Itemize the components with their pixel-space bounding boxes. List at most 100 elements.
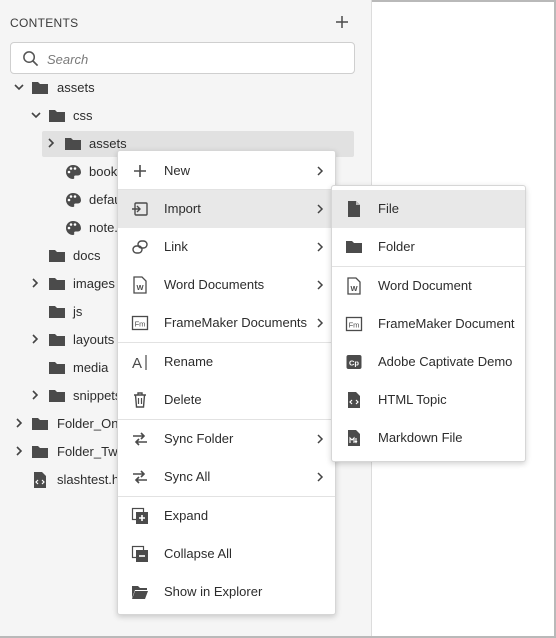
folder-icon <box>49 306 65 318</box>
chevron-right-icon[interactable] <box>13 445 25 457</box>
menu-item-delete[interactable]: Delete <box>118 381 335 419</box>
menu-item-label: Word Documents <box>164 277 265 292</box>
submenu-item-framemaker-document[interactable]: Fm FrameMaker Document <box>332 305 525 343</box>
link-icon <box>132 240 148 254</box>
menu-item-word-documents[interactable]: W Word Documents <box>118 266 335 304</box>
chevron-right-icon <box>317 434 324 444</box>
menu-item-rename[interactable]: A Rename <box>118 343 335 381</box>
submenu-item-file[interactable]: File <box>332 190 525 228</box>
submenu-item-label: File <box>378 201 399 216</box>
chevron-right-icon <box>317 242 324 252</box>
tree-item-label: images <box>73 276 115 291</box>
menu-item-label: Rename <box>164 354 214 369</box>
menu-item-sync-folder[interactable]: Sync Folder <box>118 420 335 458</box>
captivate-icon: Cp <box>346 355 362 369</box>
chevron-down-icon[interactable] <box>13 81 25 93</box>
captivate-glyph: Cp <box>349 359 359 368</box>
menu-item-import[interactable]: Import <box>118 190 335 228</box>
chevron-right-icon[interactable] <box>29 333 41 345</box>
tree-item-label: css <box>73 108 93 123</box>
folder-icon <box>32 82 48 94</box>
html-file-icon <box>34 472 46 488</box>
import-submenu: File Folder W Word Document Fm FrameMake… <box>331 185 526 462</box>
menu-item-new[interactable]: New <box>118 152 335 190</box>
sync-icon <box>133 432 147 446</box>
tree-item-label: docs <box>73 248 101 263</box>
word-glyph: W <box>350 284 358 293</box>
search-input[interactable] <box>47 49 337 69</box>
menu-item-link[interactable]: Link <box>118 228 335 266</box>
framemaker-icon: Fm <box>345 316 363 332</box>
submenu-item-label: Adobe Captivate Demo <box>378 354 513 369</box>
submenu-item-label: Word Document <box>378 278 472 293</box>
menu-item-framemaker-documents[interactable]: Fm FrameMaker Documents <box>118 304 335 342</box>
folder-icon <box>49 390 65 402</box>
chevron-right-icon <box>317 280 324 290</box>
word-doc-icon: W <box>347 277 361 295</box>
search-box <box>10 42 355 74</box>
submenu-item-label: Folder <box>378 239 415 254</box>
rename-icon: A <box>132 355 147 371</box>
submenu-item-captivate-demo[interactable]: Cp Adobe Captivate Demo <box>332 343 525 381</box>
trash-icon <box>134 392 146 408</box>
framemaker-icon: Fm <box>131 315 149 331</box>
submenu-item-html-topic[interactable]: HTML Topic <box>332 381 525 419</box>
tree-row[interactable]: css <box>0 103 372 129</box>
folder-icon <box>346 241 362 253</box>
chevron-down-icon[interactable] <box>30 109 42 121</box>
chevron-right-icon <box>317 472 324 482</box>
submenu-item-markdown-file[interactable]: Markdown File <box>332 419 525 457</box>
menu-item-label: Delete <box>164 392 202 407</box>
folder-icon <box>32 446 48 458</box>
sync-icon <box>133 470 147 484</box>
word-glyph: W <box>136 283 144 292</box>
chevron-right-icon[interactable] <box>13 417 25 429</box>
tree-row[interactable]: assets <box>0 75 372 101</box>
tree-item-label: Folder_On <box>57 416 119 431</box>
collapse-icon <box>131 545 148 562</box>
framemaker-glyph: Fm <box>349 321 360 330</box>
tree-item-label: assets <box>57 80 95 95</box>
tree-item-label: book <box>89 164 118 179</box>
folder-icon <box>49 334 65 346</box>
chevron-right-icon[interactable] <box>29 277 41 289</box>
menu-item-collapse-all[interactable]: Collapse All <box>118 535 335 573</box>
folder-icon <box>49 362 65 374</box>
menu-item-label: New <box>164 163 191 178</box>
chevron-right-icon <box>317 318 324 328</box>
chevron-right-icon[interactable] <box>45 137 57 149</box>
tree-item-label: media <box>73 360 109 375</box>
submenu-item-label: FrameMaker Document <box>378 316 515 331</box>
folder-icon <box>32 418 48 430</box>
menu-item-sync-all[interactable]: Sync All <box>118 458 335 496</box>
menu-item-label: Sync Folder <box>164 431 234 446</box>
chevron-right-icon <box>317 204 324 214</box>
word-doc-icon: W <box>133 276 147 294</box>
plus-icon <box>134 165 146 177</box>
menu-item-expand[interactable]: Expand <box>118 497 335 535</box>
search-icon <box>23 51 39 67</box>
add-icon[interactable] <box>334 14 350 30</box>
context-menu: New Import Link W Word Documents Fm Fram… <box>117 150 336 615</box>
menu-item-label: Show in Explorer <box>164 584 263 599</box>
folder-icon <box>49 110 65 122</box>
panel-header: CONTENTS <box>10 14 350 32</box>
tree-item-label: Folder_Tw <box>57 444 118 459</box>
expand-icon <box>131 507 148 524</box>
menu-item-label: Import <box>164 201 201 216</box>
tree-item-label: assets <box>89 136 127 151</box>
menu-item-show-in-explorer[interactable]: Show in Explorer <box>118 573 335 611</box>
submenu-item-folder[interactable]: Folder <box>332 228 525 266</box>
submenu-item-label: Markdown File <box>378 430 463 445</box>
tree-item-label: layouts <box>73 332 115 347</box>
menu-item-label: Link <box>164 239 188 254</box>
folder-open-icon <box>132 586 148 599</box>
submenu-item-word-document[interactable]: W Word Document <box>332 267 525 305</box>
file-icon <box>348 201 360 217</box>
chevron-right-icon[interactable] <box>29 389 41 401</box>
menu-item-label: FrameMaker Documents <box>164 315 308 330</box>
tree-item-label: js <box>73 304 83 319</box>
folder-icon <box>65 138 81 150</box>
palette-icon <box>66 193 81 207</box>
framemaker-glyph: Fm <box>135 320 146 329</box>
